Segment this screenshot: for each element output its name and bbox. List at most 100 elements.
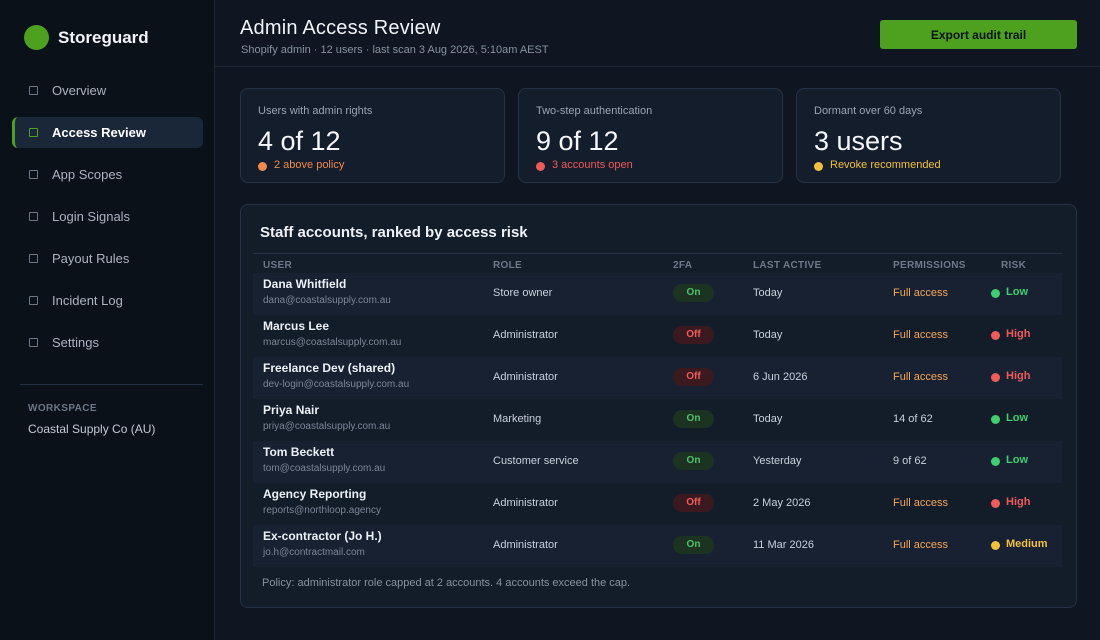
permissions-value[interactable]: Full access — [893, 371, 948, 383]
export-audit-trail-button[interactable]: Export audit trail — [880, 20, 1077, 49]
stat-card-dormant: Dormant over 60 days 3 users Revoke reco… — [796, 88, 1061, 183]
column-header-risk[interactable]: RISK — [1001, 260, 1026, 271]
risk-level: Low — [1006, 453, 1028, 466]
brand-name: Storeguard — [58, 27, 149, 47]
sidebar-item-access-review[interactable]: Access Review — [12, 117, 203, 148]
table-row[interactable]: Marcus Lee marcus@coastalsupply.com.au Adm… — [253, 315, 1062, 357]
status-dot-icon — [258, 162, 267, 171]
risk-badge: High — [991, 369, 1030, 382]
sidebar-item-overview[interactable]: Overview — [12, 75, 203, 106]
two-factor-badge: On — [673, 452, 714, 470]
two-factor-badge: Off — [673, 368, 714, 386]
sidebar-item-payout-rules[interactable]: Payout Rules — [12, 243, 203, 274]
risk-dot-icon — [991, 541, 1000, 550]
two-factor-badge: Off — [673, 494, 714, 512]
user-name[interactable]: Priya Nair — [263, 403, 319, 417]
sidebar-item-label: Settings — [52, 335, 99, 350]
table-row[interactable]: Tom Beckett tom@coastalsupply.com.au Custo… — [253, 441, 1062, 483]
risk-level: High — [1006, 327, 1031, 340]
permissions-value[interactable]: Full access — [893, 287, 948, 299]
sidebar-item-app-scopes[interactable]: App Scopes — [12, 159, 203, 190]
sidebar-item-settings[interactable]: Settings — [12, 327, 203, 358]
user-email: priya@coastalsupply.com.au — [263, 421, 391, 432]
page-header: Admin Access Review Shopify admin · 12 u… — [215, 0, 1100, 67]
user-email: dev-login@coastalsupply.com.au — [263, 379, 410, 390]
risk-badge: Low — [991, 411, 1028, 424]
sidebar-item-incident-log[interactable]: Incident Log — [12, 285, 203, 316]
user-name[interactable]: Ex-contractor (Jo H.) — [263, 529, 382, 543]
stat-label: Dormant over 60 days — [814, 105, 923, 117]
user-email: tom@coastalsupply.com.au — [263, 463, 386, 474]
staff-accounts-panel: Staff accounts, ranked by access risk US… — [240, 204, 1077, 608]
sidebar-divider — [20, 384, 203, 385]
two-factor-badge: On — [673, 536, 714, 554]
last-active: 11 Mar 2026 — [753, 539, 814, 551]
column-header-user[interactable]: USER — [263, 260, 292, 271]
square-icon — [29, 254, 38, 263]
two-factor-badge: On — [673, 410, 714, 428]
permissions-value[interactable]: Full access — [893, 539, 948, 551]
sidebar-item-label: App Scopes — [52, 167, 123, 182]
table-row[interactable]: Dana Whitfield dana@coastalsupply.com.au S… — [253, 273, 1062, 315]
risk-level: Low — [1006, 411, 1028, 424]
sidebar-item-login-signals[interactable]: Login Signals — [12, 201, 203, 232]
sidebar: Storeguard Overview Access Review App Sc… — [0, 0, 215, 640]
column-header-role[interactable]: ROLE — [493, 260, 522, 271]
table-row[interactable]: Agency Reporting reports@northloop.agency… — [253, 483, 1062, 525]
risk-badge: Low — [991, 285, 1028, 298]
permissions-value[interactable]: 9 of 62 — [893, 455, 927, 467]
stat-label: Two-step authentication — [536, 105, 653, 117]
sidebar-item-label: Overview — [52, 83, 107, 98]
table-row[interactable]: Ex-contractor (Jo H.) jo.h@contractmail.c… — [253, 525, 1062, 567]
two-factor-badge: Off — [673, 326, 714, 344]
square-icon — [29, 212, 38, 221]
user-name[interactable]: Freelance Dev (shared) — [263, 361, 395, 375]
risk-badge: Low — [991, 453, 1028, 466]
stat-value: 9 of 12 — [536, 126, 619, 156]
risk-dot-icon — [991, 415, 1000, 424]
stat-note-text: 2 above policy — [274, 159, 345, 171]
user-name[interactable]: Tom Beckett — [263, 445, 334, 459]
user-role: Administrator — [493, 371, 558, 383]
sidebar-item-label: Login Signals — [52, 209, 131, 224]
page-title: Admin Access Review — [240, 17, 441, 39]
permissions-value[interactable]: 14 of 62 — [893, 413, 933, 425]
workspace-label: WORKSPACE — [28, 403, 97, 414]
user-name[interactable]: Agency Reporting — [263, 487, 366, 501]
column-header-2fa[interactable]: 2FA — [673, 260, 692, 271]
stat-value: 4 of 12 — [258, 126, 341, 156]
user-name[interactable]: Dana Whitfield — [263, 277, 346, 291]
column-header-last-active[interactable]: LAST ACTIVE — [753, 260, 822, 271]
last-active: 2 May 2026 — [753, 497, 811, 509]
user-name[interactable]: Marcus Lee — [263, 319, 329, 333]
brand[interactable]: Storeguard — [24, 25, 149, 50]
risk-dot-icon — [991, 373, 1000, 382]
user-role: Customer service — [493, 455, 579, 467]
workspace-name[interactable]: Coastal Supply Co (AU) — [28, 422, 155, 436]
risk-level: Medium — [1006, 537, 1048, 550]
two-factor-badge: On — [673, 284, 714, 302]
policy-footnote: Policy: administrator role capped at 2 a… — [262, 577, 631, 589]
risk-level: Low — [1006, 285, 1028, 298]
permissions-value[interactable]: Full access — [893, 329, 948, 341]
user-email: jo.h@contractmail.com — [263, 547, 365, 558]
stat-note-text: 3 accounts open — [552, 159, 633, 171]
table-body: Dana Whitfield dana@coastalsupply.com.au S… — [253, 273, 1062, 567]
last-active: 6 Jun 2026 — [753, 371, 808, 383]
user-role: Administrator — [493, 329, 558, 341]
user-role: Administrator — [493, 539, 558, 551]
risk-level: High — [1006, 495, 1031, 508]
table-row[interactable]: Priya Nair priya@coastalsupply.com.au Mark… — [253, 399, 1062, 441]
table-row[interactable]: Freelance Dev (shared) dev-login@coastals… — [253, 357, 1062, 399]
user-role: Marketing — [493, 413, 542, 425]
user-role: Store owner — [493, 287, 553, 299]
sidebar-item-label: Payout Rules — [52, 251, 130, 266]
user-email: marcus@coastalsupply.com.au — [263, 337, 402, 348]
sidebar-item-label: Access Review — [52, 125, 146, 140]
user-email: reports@northloop.agency — [263, 505, 381, 516]
last-active: Today — [753, 413, 783, 425]
last-active: Yesterday — [753, 455, 802, 467]
permissions-value[interactable]: Full access — [893, 497, 948, 509]
column-header-permissions[interactable]: PERMISSIONS — [893, 260, 966, 271]
square-icon — [29, 128, 38, 137]
